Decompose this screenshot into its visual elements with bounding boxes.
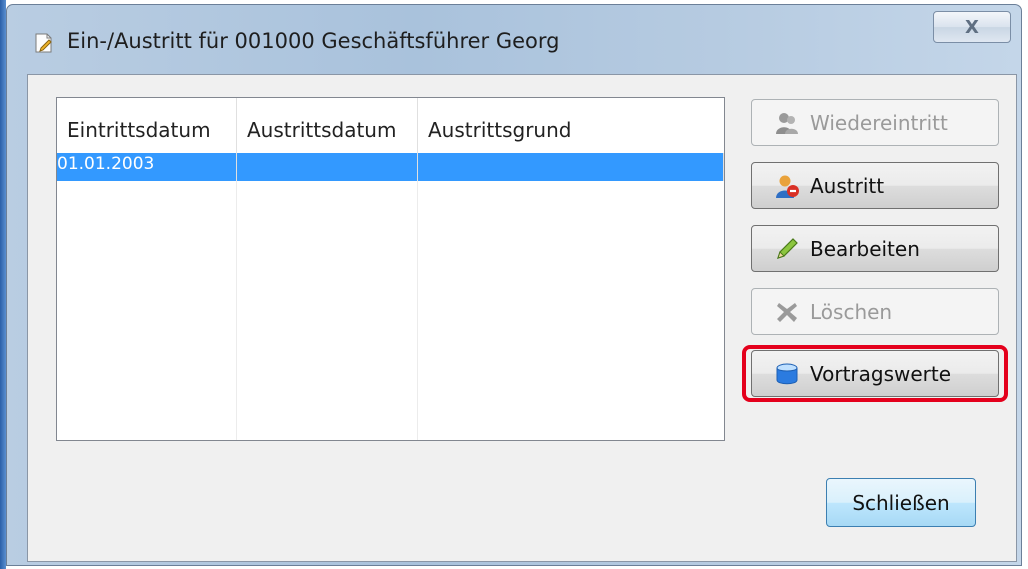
table-row[interactable]: 01.01.2003 [57, 153, 724, 181]
austritt-button[interactable]: Austritt [751, 162, 999, 209]
close-icon: X [965, 16, 979, 38]
bearbeiten-label: Bearbeiten [810, 236, 920, 261]
wiedereintritt-button[interactable]: Wiedereintritt [751, 99, 999, 146]
loeschen-button[interactable]: Löschen [751, 288, 999, 335]
wiedereintritt-label: Wiedereintritt [810, 110, 948, 135]
user-gray-icon [774, 110, 800, 136]
user-remove-icon [774, 173, 800, 199]
dialog-client-area: Eintrittsdatum Austrittsdatum Austrittsg… [27, 74, 1017, 562]
cell-eintrittsdatum: 01.01.2003 [57, 153, 237, 181]
entry-exit-table[interactable]: Eintrittsdatum Austrittsdatum Austrittsg… [56, 97, 725, 441]
edit-document-icon [35, 33, 53, 53]
loeschen-label: Löschen [810, 299, 893, 324]
delete-x-icon [774, 299, 800, 325]
table-header: Eintrittsdatum Austrittsdatum Austrittsg… [57, 98, 724, 154]
cell-austrittsgrund [418, 153, 724, 181]
schliessen-label: Schließen [852, 490, 950, 515]
schliessen-button[interactable]: Schließen [826, 478, 976, 527]
close-window-button[interactable]: X [933, 11, 1011, 43]
dialog-window: Ein-/Austritt für 001000 Geschäftsführer… [6, 4, 1022, 566]
highlight-annotation [742, 345, 1008, 402]
column-header-eintrittsdatum[interactable]: Eintrittsdatum [57, 98, 237, 153]
bearbeiten-button[interactable]: Bearbeiten [751, 225, 999, 272]
pencil-icon [774, 236, 800, 262]
table-body: 01.01.2003 [57, 153, 724, 440]
cell-austrittsdatum [237, 153, 418, 181]
window-title: Ein-/Austritt für 001000 Geschäftsführer… [67, 29, 560, 53]
column-header-austrittsgrund[interactable]: Austrittsgrund [418, 98, 724, 153]
column-header-austrittsdatum[interactable]: Austrittsdatum [237, 98, 418, 153]
title-bar[interactable]: Ein-/Austritt für 001000 Geschäftsführer… [7, 5, 1021, 77]
austritt-label: Austritt [810, 173, 885, 198]
